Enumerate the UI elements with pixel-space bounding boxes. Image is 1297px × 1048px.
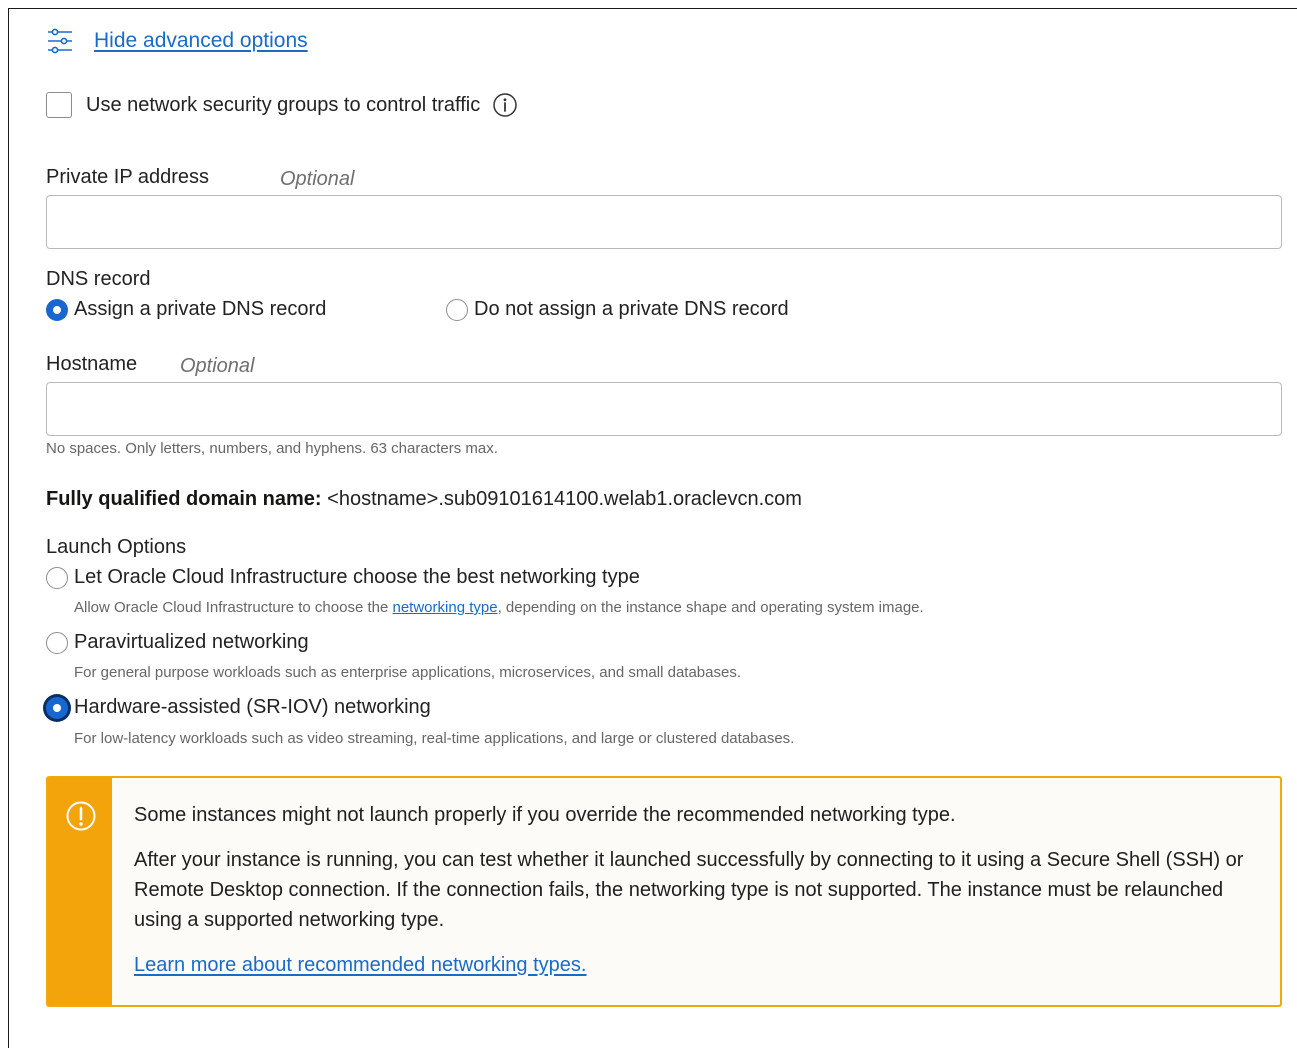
launch-options-label: Launch Options — [46, 536, 187, 558]
fqdn-label: Fully qualified domain name: — [46, 488, 322, 510]
hostname-label: Hostname — [46, 353, 138, 375]
private-ip-input[interactable] — [46, 195, 1282, 249]
dns-no-assign-option[interactable]: Do not assign a private DNS record — [446, 298, 789, 321]
dns-assign-radio[interactable] — [46, 298, 68, 321]
sliders-icon — [48, 28, 72, 54]
warning-text: After your instance is running, you can … — [134, 849, 1244, 931]
dns-assign-option[interactable]: Assign a private DNS record — [46, 298, 326, 321]
nsg-checkbox-label[interactable]: Use network security groups to control t… — [86, 94, 480, 117]
fqdn-value: <hostname>.sub09101614100.welab1.oraclev… — [327, 488, 802, 510]
dns-no-assign-label[interactable]: Do not assign a private DNS record — [474, 298, 789, 321]
nsg-checkbox-row: Use network security groups to control t… — [46, 90, 518, 120]
launch-paravirtualized-radio[interactable] — [46, 631, 68, 654]
warning-banner: Some instances might not launch properly… — [46, 776, 1282, 1007]
launch-sriov-label[interactable]: Hardware-assisted (SR-IOV) networking — [74, 696, 431, 719]
launch-paravirtualized-help: For general purpose workloads such as en… — [74, 664, 741, 681]
hostname-help: No spaces. Only letters, numbers, and hy… — [46, 440, 498, 457]
warning-icon — [66, 801, 96, 831]
launch-option-auto[interactable]: Let Oracle Cloud Infrastructure choose t… — [46, 566, 640, 589]
launch-auto-help: Allow Oracle Cloud Infrastructure to cho… — [74, 599, 924, 616]
hostname-input[interactable] — [46, 382, 1282, 436]
learn-more-link[interactable]: Learn more about recommended networking … — [134, 954, 586, 976]
dns-no-assign-radio[interactable] — [446, 298, 468, 321]
dns-record-label: DNS record — [46, 268, 151, 290]
fqdn-row: Fully qualified domain name: <hostname>.… — [46, 488, 802, 511]
private-ip-label: Private IP address — [46, 166, 210, 188]
launch-option-paravirtualized[interactable]: Paravirtualized networking — [46, 631, 309, 654]
launch-auto-radio[interactable] — [46, 566, 68, 589]
warning-title: Some instances might not launch properly… — [134, 804, 956, 826]
launch-paravirtualized-label[interactable]: Paravirtualized networking — [74, 631, 309, 654]
launch-auto-help-text: Allow Oracle Cloud Infrastructure to cho… — [74, 599, 393, 616]
launch-sriov-radio[interactable] — [46, 696, 68, 719]
launch-option-sriov[interactable]: Hardware-assisted (SR-IOV) networking — [46, 696, 431, 719]
launch-sriov-help: For low-latency workloads such as video … — [74, 730, 795, 747]
networking-type-link[interactable]: networking type — [393, 599, 498, 616]
info-icon[interactable] — [492, 92, 518, 118]
dns-assign-label[interactable]: Assign a private DNS record — [74, 298, 326, 321]
hostname-optional: Optional — [180, 355, 255, 377]
launch-auto-help-text-after: , depending on the instance shape and op… — [497, 599, 924, 616]
advanced-options-toggle[interactable]: Hide advanced options — [46, 26, 308, 56]
hide-advanced-options-link[interactable]: Hide advanced options — [94, 29, 308, 53]
nsg-checkbox[interactable] — [46, 92, 72, 118]
launch-auto-label[interactable]: Let Oracle Cloud Infrastructure choose t… — [74, 566, 640, 589]
warning-banner-accent — [48, 778, 112, 1005]
warning-banner-body: Some instances might not launch properly… — [134, 800, 1260, 995]
private-ip-optional: Optional — [280, 168, 355, 190]
